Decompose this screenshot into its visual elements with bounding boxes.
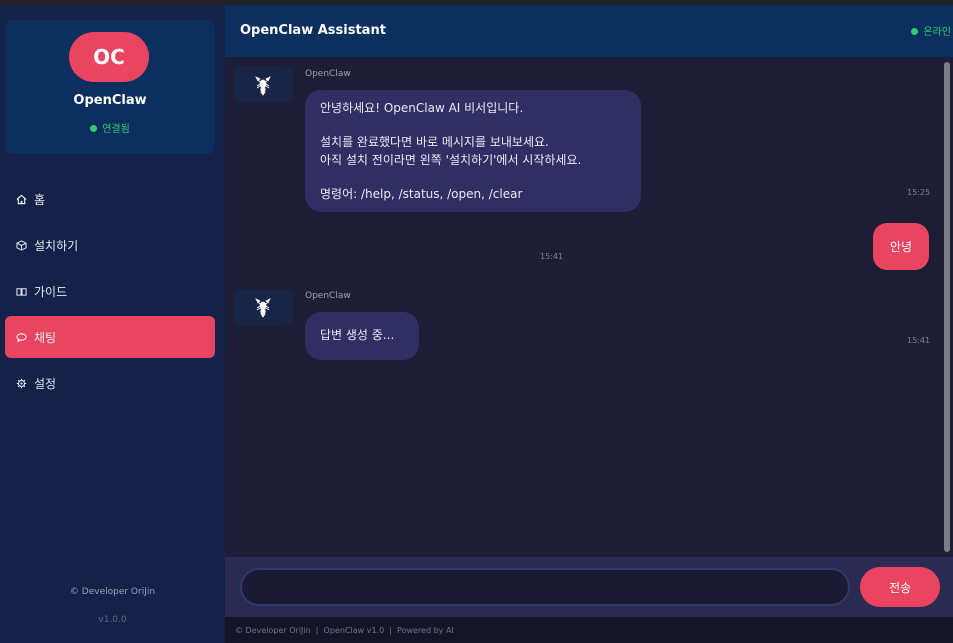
sidebar-item-install[interactable]: 설치하기	[5, 224, 215, 266]
app-footer: © Developer OriJin | OpenClaw v1.0 | Pow…	[225, 617, 953, 643]
sidebar-item-label: 채팅	[34, 330, 57, 345]
page-title: OpenClaw Assistant	[240, 23, 386, 38]
status-dot-icon	[90, 125, 98, 132]
sidebar-copyright: © Developer OriJin	[69, 587, 156, 597]
send-button[interactable]: 전송	[860, 567, 940, 607]
lobster-icon	[255, 76, 271, 96]
bot-typing-bubble: 답변 생성 중...	[305, 312, 419, 360]
message-line	[320, 117, 626, 134]
sidebar-item-guide[interactable]: 가이드	[5, 270, 215, 312]
message-line: 아직 설치 전이라면 왼쪽 '설치하기'에서 시작하세요.	[320, 152, 582, 167]
connection-status-label: 연결됨	[102, 124, 130, 135]
sidebar-item-label: 설정	[34, 376, 57, 391]
message-timestamp: 15:41	[907, 336, 931, 345]
profile-card: OC OpenClaw 연결됨	[5, 20, 215, 154]
sidebar: OC OpenClaw 연결됨 홈 설치하기 가이드 채팅 설정 © Devel…	[0, 5, 225, 643]
chat-bubble-icon	[15, 331, 27, 343]
message-timestamp: 15:25	[907, 188, 931, 197]
user-message-bubble: 안녕	[873, 223, 929, 270]
bot-message-bubble: 안녕하세요! OpenClaw AI 비서입니다. 설치를 완료했다면 바로 메…	[305, 90, 641, 212]
book-icon	[15, 285, 27, 297]
message-timestamp: 15:41	[540, 252, 564, 261]
online-status-label: 온라인	[923, 27, 951, 38]
sidebar-item-home[interactable]: 홈	[5, 178, 215, 220]
status-dot-icon	[911, 28, 919, 35]
message-input[interactable]	[240, 568, 850, 606]
sidebar-item-label: 홈	[34, 192, 46, 207]
sidebar-item-label: 가이드	[34, 284, 68, 299]
online-status: 온라인	[911, 23, 951, 38]
sidebar-version: v1.0.0	[98, 615, 127, 625]
message-line	[320, 169, 626, 186]
lobster-icon	[255, 298, 271, 318]
sidebar-item-label: 설치하기	[34, 238, 79, 253]
chat-scrollbar[interactable]	[944, 62, 950, 552]
message-sender: OpenClaw	[305, 69, 351, 79]
sidebar-item-settings[interactable]: 설정	[5, 362, 215, 404]
bot-avatar	[233, 67, 293, 103]
message-line: 안녕하세요! OpenClaw AI 비서입니다.	[320, 101, 524, 115]
message-line: 설치를 완료했다면 바로 메시지를 보내보세요.	[320, 135, 549, 150]
bot-avatar	[233, 289, 293, 325]
sidebar-item-chat[interactable]: 채팅	[5, 316, 215, 358]
avatar: OC	[69, 32, 149, 82]
message-text: 안녕	[889, 240, 913, 254]
message-sender: OpenClaw	[305, 291, 351, 301]
message-line: 명령어: /help, /status, /open, /clear	[320, 187, 523, 202]
package-icon	[15, 239, 27, 251]
connection-status: 연결됨	[5, 120, 215, 135]
gear-icon	[15, 377, 27, 389]
message-text: 답변 생성 중...	[320, 328, 395, 343]
profile-name: OpenClaw	[73, 93, 147, 108]
chat-header: OpenClaw Assistant 온라인	[225, 5, 953, 57]
footer-text: © Developer OriJin | OpenClaw v1.0 | Pow…	[235, 625, 454, 635]
home-icon	[15, 193, 27, 205]
